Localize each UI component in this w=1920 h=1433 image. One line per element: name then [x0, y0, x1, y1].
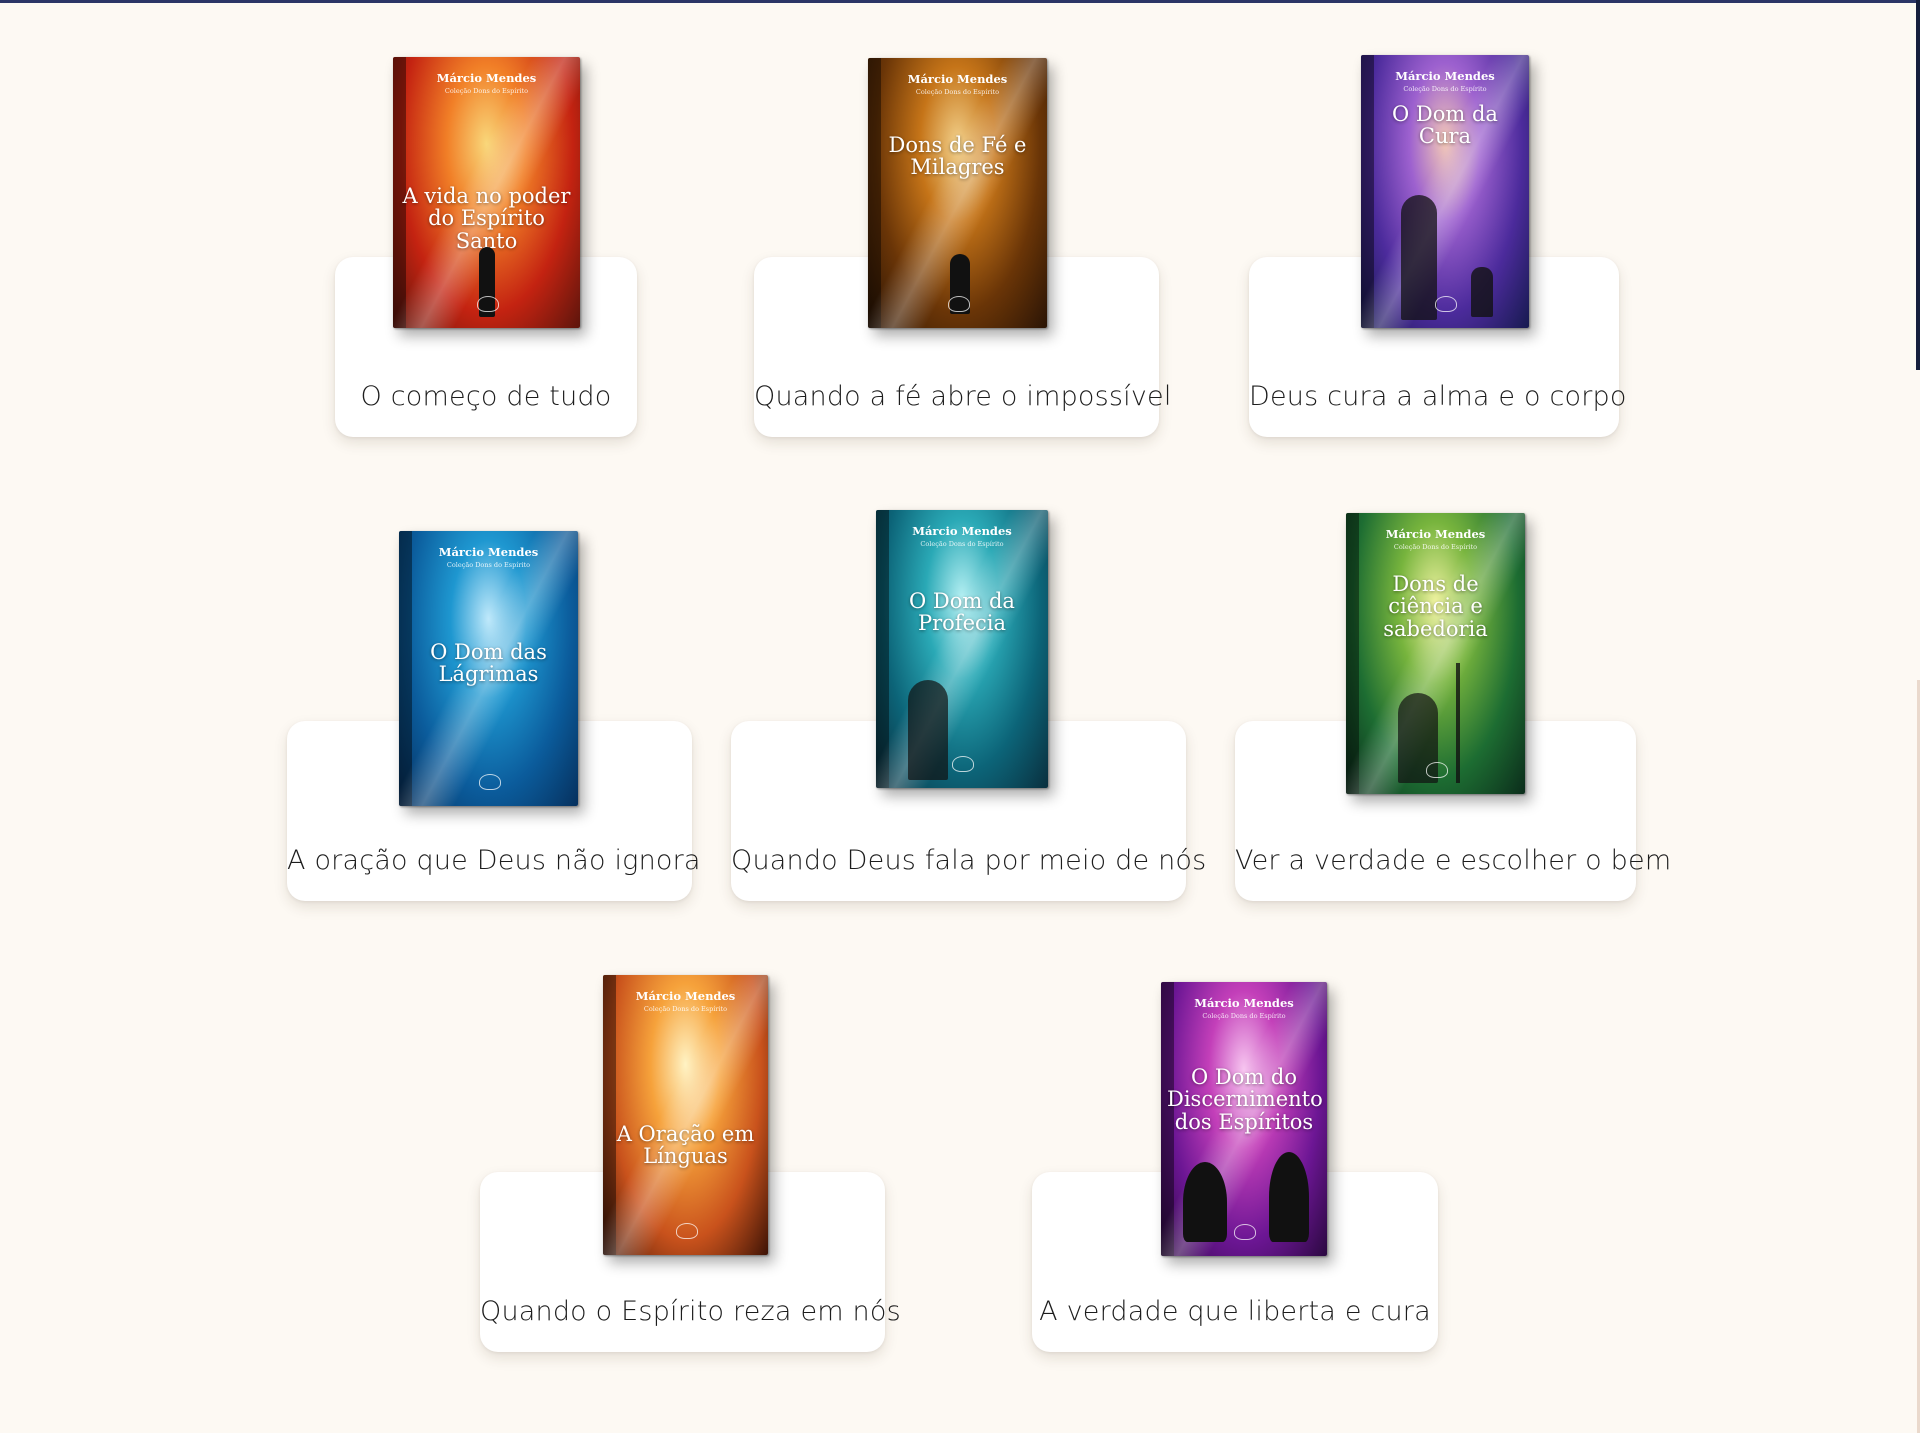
- cover-title: Dons de Fé e Milagres: [888, 133, 1027, 180]
- cover-title: O Dom da Cura: [1392, 102, 1498, 149]
- book-cover[interactable]: Márcio Mendes Coleção Dons do Espírito O…: [1161, 982, 1327, 1256]
- cover-collection: Coleção Dons do Espírito: [1202, 1012, 1286, 1020]
- light-beam: [603, 975, 768, 1255]
- cover-title: Dons de ciência e sabedoria: [1383, 572, 1488, 641]
- cover-author: Márcio Mendes: [1194, 996, 1294, 1010]
- cover-collection: Coleção Dons do Espírito: [446, 561, 531, 569]
- cover-author: Márcio Mendes: [438, 545, 539, 559]
- cover-collection: Coleção Dons do Espírito: [920, 540, 1004, 548]
- cover-collection: Coleção Dons do Espírito: [915, 88, 1000, 96]
- publisher-emblem: [476, 296, 499, 312]
- book-caption: A oração que Deus não ignora: [287, 845, 701, 876]
- book-caption: Quando a fé abre o impossível: [754, 381, 1172, 412]
- cover-title: O Dom da Profecia: [909, 589, 1015, 636]
- cover-collection: Coleção Dons do Espírito: [444, 87, 529, 95]
- book-cover[interactable]: Márcio Mendes Coleção Dons do Espírito D…: [1346, 513, 1525, 794]
- angel-silhouette: [1183, 1162, 1227, 1242]
- cover-author: Márcio Mendes: [912, 524, 1012, 538]
- light-beam: [876, 510, 1048, 788]
- publisher-emblem: [1425, 762, 1448, 778]
- cover-author: Márcio Mendes: [1385, 527, 1486, 541]
- publisher-emblem: [947, 296, 970, 312]
- book-cover[interactable]: Márcio Mendes Coleção Dons do Espírito D…: [868, 58, 1047, 328]
- cover-title: O Dom das Lágrimas: [430, 640, 547, 687]
- cover-title: O Dom do Discernimento dos Espíritos: [1167, 1065, 1323, 1134]
- angel-silhouette: [1269, 1152, 1309, 1242]
- cover-author: Márcio Mendes: [635, 989, 736, 1003]
- book-caption: Quando Deus fala por meio de nós: [731, 845, 1207, 876]
- book-caption: O começo de tudo: [360, 381, 612, 412]
- publisher-emblem: [952, 756, 974, 772]
- book-caption: Ver a verdade e escolher o bem: [1235, 845, 1672, 876]
- figure-silhouette: [908, 680, 948, 780]
- cover-collection: Coleção Dons do Espírito: [1393, 543, 1478, 551]
- book-cover[interactable]: Márcio Mendes Coleção Dons do Espírito A…: [603, 975, 768, 1255]
- book-caption: Quando o Espírito reza em nós: [480, 1296, 901, 1327]
- publisher-emblem: [1234, 1224, 1256, 1240]
- light-beam: [1361, 55, 1529, 328]
- publisher-emblem: [478, 774, 501, 790]
- scrollbar-edge-top: [1916, 0, 1920, 370]
- cover-title: A Oração em Línguas: [616, 1122, 755, 1169]
- lamp-post: [1456, 663, 1460, 783]
- cover-collection: Coleção Dons do Espírito: [1403, 85, 1487, 93]
- book-cover[interactable]: Márcio Mendes Coleção Dons do Espírito O…: [876, 510, 1048, 788]
- book-caption: A verdade que liberta e cura: [1039, 1296, 1431, 1327]
- book-cover[interactable]: Márcio Mendes Coleção Dons do Espírito O…: [1361, 55, 1529, 328]
- publisher-emblem: [1435, 296, 1457, 312]
- cover-author: Márcio Mendes: [1395, 69, 1495, 83]
- book-cover[interactable]: Márcio Mendes Coleção Dons do Espírito A…: [393, 57, 580, 328]
- cover-author: Márcio Mendes: [907, 72, 1008, 86]
- cover-author: Márcio Mendes: [436, 71, 537, 85]
- cover-collection: Coleção Dons do Espírito: [643, 1005, 728, 1013]
- cover-title: A vida no poder do Espírito Santo: [402, 184, 571, 253]
- book-cover[interactable]: Márcio Mendes Coleção Dons do Espírito O…: [399, 531, 578, 806]
- publisher-emblem: [675, 1223, 698, 1239]
- figure-silhouette: [1401, 195, 1437, 320]
- book-caption: Deus cura a alma e o corpo: [1249, 381, 1627, 412]
- figure-silhouette: [1471, 267, 1493, 317]
- top-border: [0, 0, 1920, 3]
